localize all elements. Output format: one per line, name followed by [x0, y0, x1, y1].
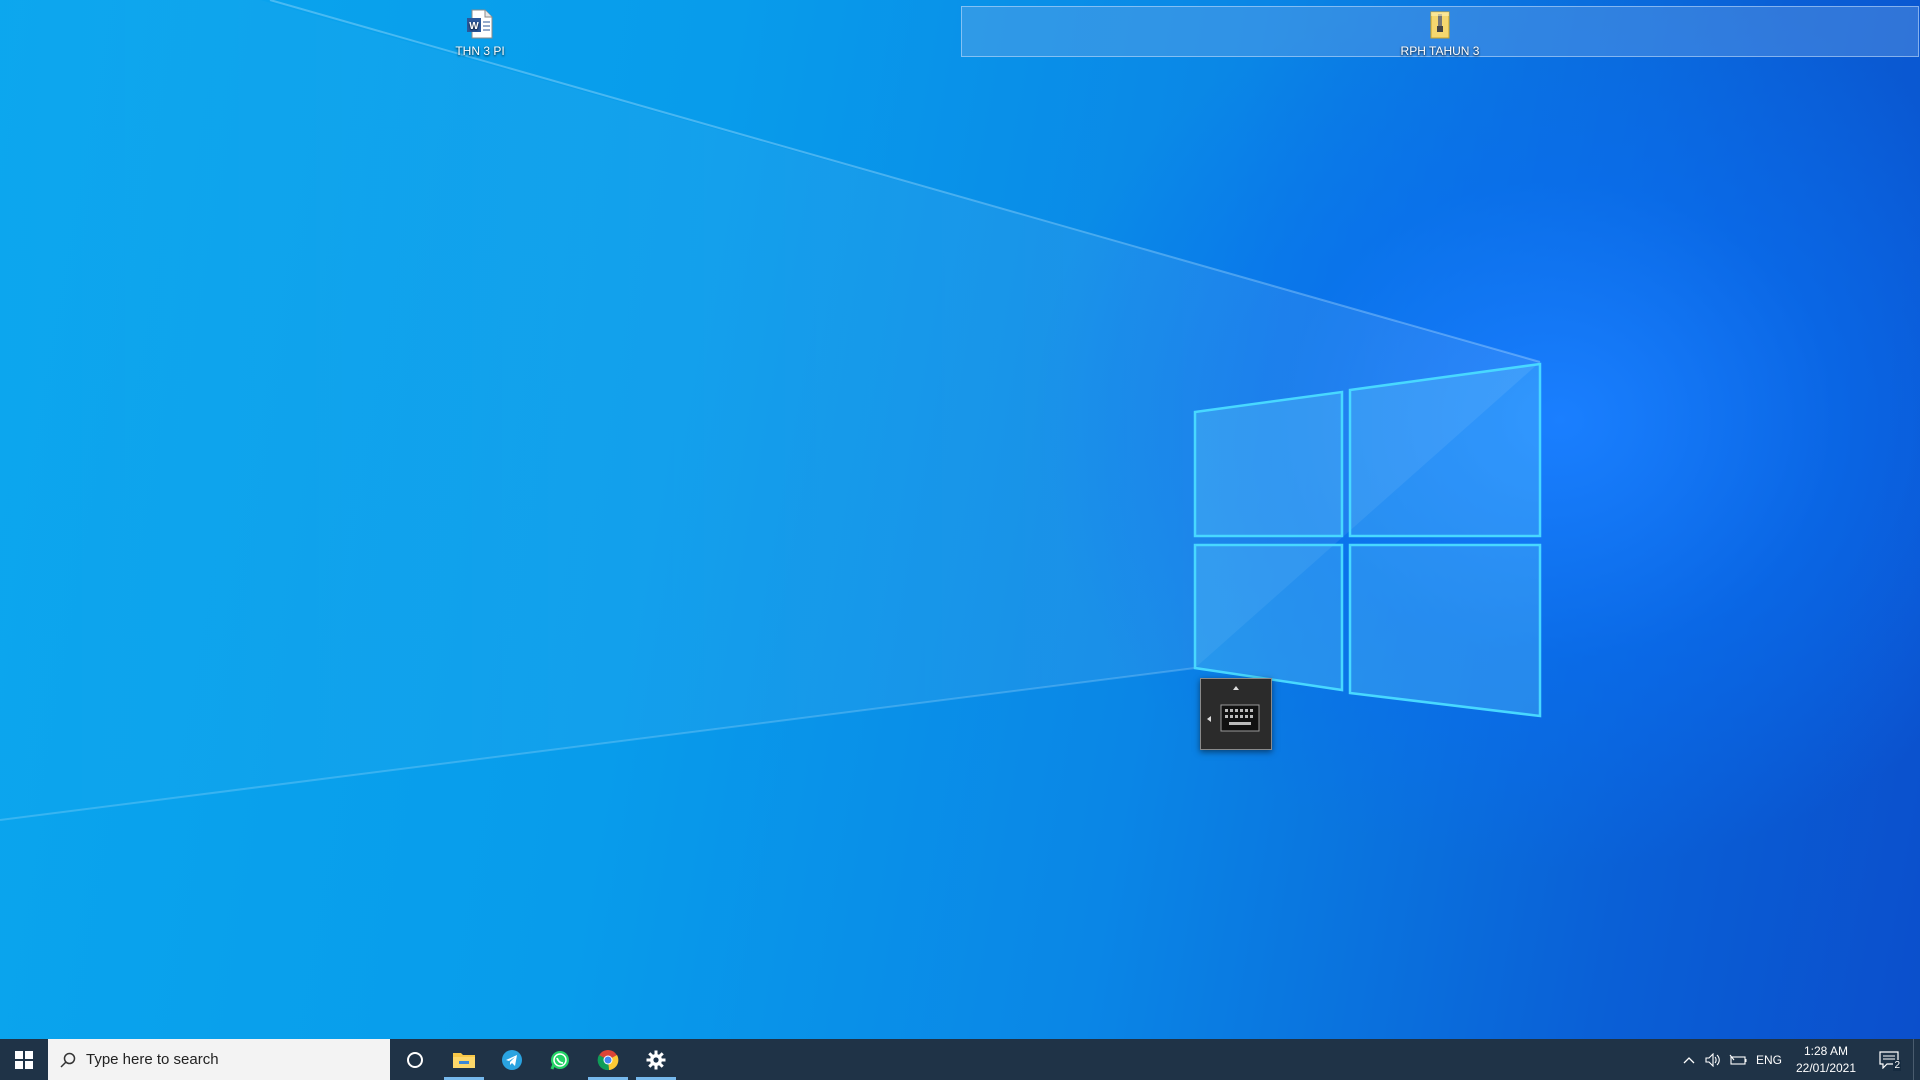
search-box[interactable]: Type here to search	[48, 1039, 390, 1080]
clock-time: 1:28 AM	[1803, 1043, 1849, 1058]
windows-start-icon	[15, 1050, 33, 1069]
desktop-icon-rph-tahun3[interactable]: RPH TAHUN 3	[1392, 2, 1488, 58]
notification-count-badge: 2	[1893, 1060, 1901, 1071]
svg-text:W: W	[469, 21, 479, 32]
taskbar-app-file-explorer[interactable]	[440, 1039, 488, 1080]
show-desktop-button[interactable]	[1913, 1039, 1920, 1080]
desktop-background: W THN 3 PI RPH TAHUN 3	[0, 0, 1920, 1039]
zip-folder-icon	[1424, 8, 1456, 40]
taskbar-app-whatsapp[interactable]	[536, 1039, 584, 1080]
desktop-icon-label: RPH TAHUN 3	[1400, 44, 1480, 58]
touch-keyboard-popup[interactable]	[1200, 678, 1272, 750]
word-document-icon: W	[464, 8, 496, 40]
search-placeholder: Type here to search	[86, 1051, 219, 1068]
language-indicator[interactable]: ENG	[1751, 1039, 1787, 1080]
gear-icon	[646, 1050, 666, 1069]
system-tray: ENG 1:28 AM 22/01/2021 2	[1677, 1039, 1920, 1080]
search-icon	[60, 1052, 76, 1068]
desktop-icon-label: THN 3 PI	[455, 44, 505, 58]
chevron-up-icon	[1683, 1056, 1695, 1063]
desktop-icon-thn3pi[interactable]: W THN 3 PI	[432, 2, 528, 58]
volume-icon	[1705, 1052, 1720, 1067]
taskbar-app-chrome[interactable]	[584, 1039, 632, 1080]
taskbar-app-settings[interactable]	[632, 1039, 680, 1080]
whatsapp-icon	[550, 1050, 569, 1070]
battery-button[interactable]	[1725, 1039, 1751, 1080]
cortana-circle-icon	[407, 1051, 423, 1068]
keyboard-icon	[1207, 686, 1260, 732]
show-hidden-icons-button[interactable]	[1677, 1039, 1701, 1080]
taskbar: Type here to search ENG 1:28 AM 22/01/20…	[0, 1039, 1920, 1080]
telegram-icon	[502, 1049, 522, 1070]
clock[interactable]: 1:28 AM 22/01/2021	[1787, 1039, 1865, 1080]
clock-date: 22/01/2021	[1795, 1060, 1857, 1075]
action-center-button[interactable]: 2	[1865, 1039, 1913, 1080]
taskbar-app-telegram[interactable]	[488, 1039, 536, 1080]
start-button[interactable]	[0, 1039, 48, 1080]
chrome-icon	[597, 1049, 619, 1070]
wallpaper-beams	[0, 0, 1542, 821]
volume-button[interactable]	[1701, 1039, 1725, 1080]
file-explorer-icon	[453, 1052, 475, 1068]
battery-icon	[1729, 1054, 1747, 1065]
cortana-button[interactable]	[390, 1039, 440, 1080]
